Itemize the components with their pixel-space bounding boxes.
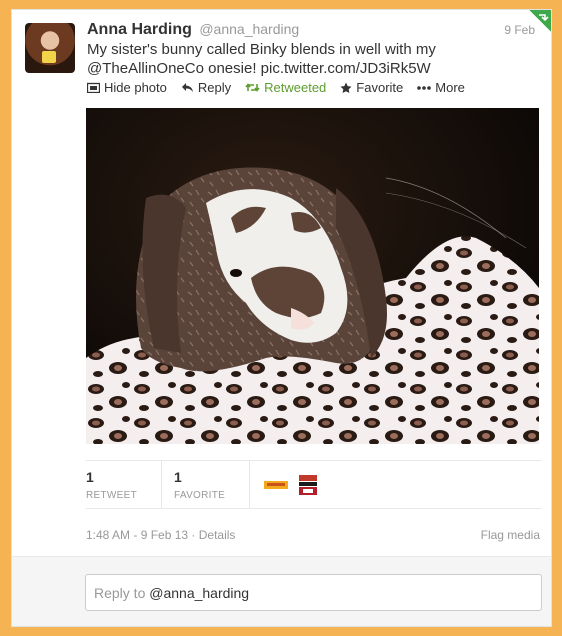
tweet-card: Anna Harding @anna_harding 9 Feb My sist… xyxy=(11,9,552,627)
star-icon xyxy=(340,82,352,94)
tweet-actions: Hide photo Reply Retweeted Favorite More xyxy=(87,80,465,95)
favorite-count[interactable]: 1 FAVORITE xyxy=(174,461,250,508)
details-link[interactable]: Details xyxy=(199,528,236,542)
avatar-row xyxy=(262,461,320,508)
tweet-timestamp[interactable]: 1:48 AM - 9 Feb 13 xyxy=(86,528,188,542)
tweet-date[interactable]: 9 Feb xyxy=(504,23,535,37)
reply-area: Reply to @anna_harding xyxy=(12,556,551,626)
flag-media-link[interactable]: Flag media xyxy=(481,528,540,542)
avatar-mug xyxy=(42,51,56,63)
favorite-label: Favorite xyxy=(356,80,404,95)
retweeted-button[interactable]: Retweeted xyxy=(245,80,326,95)
reply-button[interactable]: Reply xyxy=(181,80,231,95)
tweet-meta: 1:48 AM - 9 Feb 13 · Details Flag media xyxy=(86,528,540,542)
retweet-icon xyxy=(245,82,260,93)
tweet-text-line1: My sister's bunny called Binky blends in… xyxy=(87,41,436,58)
tweet-text-mid: onesie! xyxy=(203,60,261,77)
hide-photo-label: Hide photo xyxy=(104,80,167,95)
retweeted-label: Retweeted xyxy=(264,80,327,95)
hide-photo-button[interactable]: Hide photo xyxy=(87,80,167,95)
favorite-count-label: FAVORITE xyxy=(174,490,226,501)
tweet-photo[interactable] xyxy=(86,108,539,444)
more-icon xyxy=(417,85,432,91)
reply-icon xyxy=(181,82,194,93)
favorite-button[interactable]: Favorite xyxy=(340,80,403,95)
tweet-text: My sister's bunny called Binky blends in… xyxy=(87,40,487,78)
retweet-count[interactable]: 1 RETWEET xyxy=(86,461,162,508)
more-button[interactable]: More xyxy=(417,80,465,95)
retweet-count-label: RETWEET xyxy=(86,490,137,501)
fullname[interactable]: Anna Harding xyxy=(87,21,192,38)
reply-input[interactable]: Reply to @anna_harding xyxy=(85,574,542,611)
retweet-count-number: 1 xyxy=(86,469,94,485)
reply-label: Reply xyxy=(197,80,232,95)
reply-to-handle: @anna_harding xyxy=(149,585,250,601)
hide-photo-icon xyxy=(87,82,100,93)
more-label: More xyxy=(435,80,465,95)
mention-link[interactable]: @TheAllinOneCo xyxy=(87,60,204,77)
meta-separator: · xyxy=(188,528,199,542)
tweet-stats: 1 RETWEET 1 FAVORITE xyxy=(86,460,542,509)
username[interactable]: @anna_harding xyxy=(199,21,299,37)
reply-placeholder: Reply to xyxy=(94,585,150,601)
favorite-count-number: 1 xyxy=(174,469,182,485)
pic-link[interactable]: pic.twitter.com/JD3iRk5W xyxy=(261,60,431,77)
radio-uk-avatar[interactable] xyxy=(296,472,320,497)
onesie-logo-avatar[interactable] xyxy=(264,472,288,497)
bunny-photo xyxy=(86,108,539,444)
tweet-header: Anna Harding @anna_harding 9 Feb xyxy=(87,21,535,39)
avatar[interactable] xyxy=(25,23,75,73)
onesie-logo-stripe xyxy=(267,482,285,486)
